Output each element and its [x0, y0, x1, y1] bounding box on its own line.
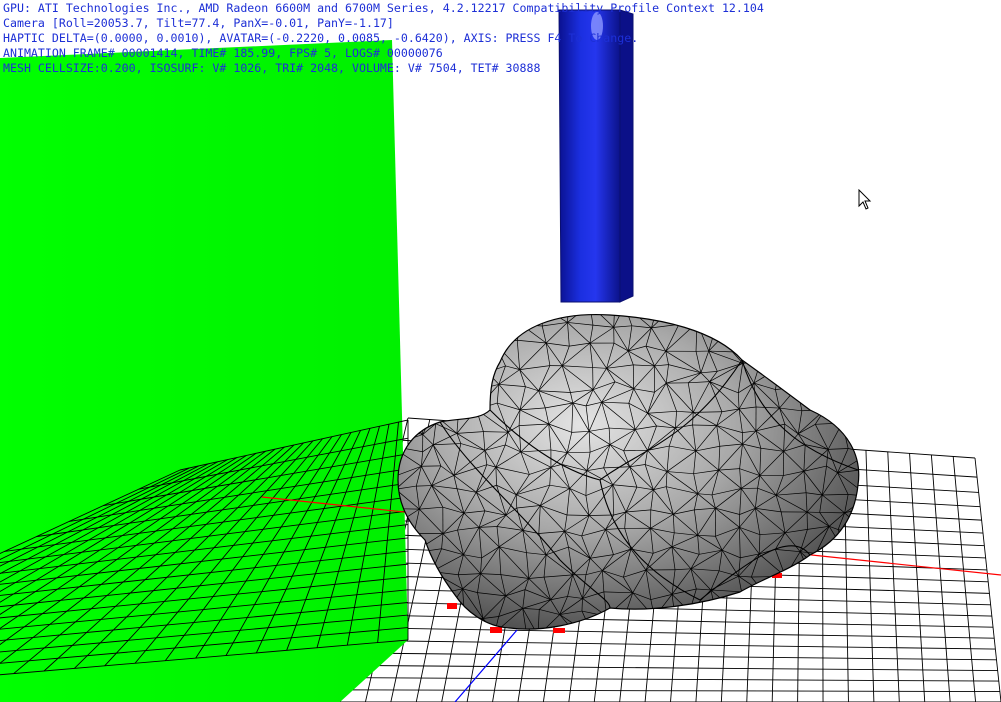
avatar-front-face: [558, 9, 621, 303]
opengl-viewport[interactable]: GPU: ATI Technologies Inc., AMD Radeon 6…: [0, 0, 1001, 702]
green-wall: [0, 40, 408, 702]
haptic-avatar[interactable]: [558, 9, 634, 303]
avatar-highlight: [591, 12, 603, 40]
mouse-pointer-icon: [858, 189, 872, 210]
avatar-side-face: [619, 9, 634, 303]
scene-canvas[interactable]: [0, 0, 1001, 702]
